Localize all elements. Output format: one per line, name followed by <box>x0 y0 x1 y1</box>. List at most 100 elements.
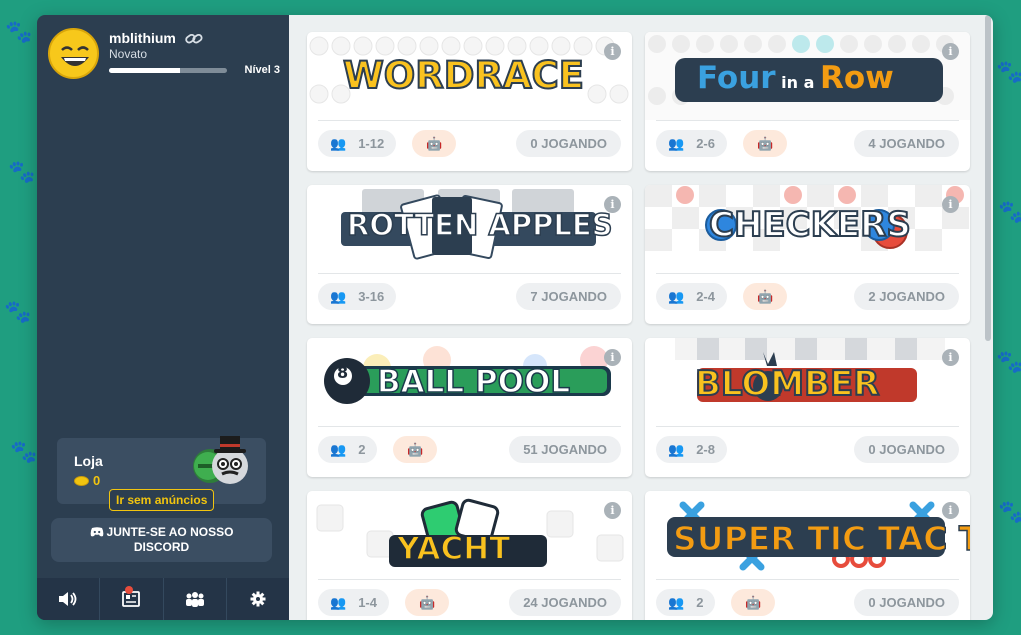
paw-icon: 🐾 <box>996 350 1021 375</box>
app-window: mblithium Novato Nível 3 Loja 0 Ir sem a… <box>37 15 993 620</box>
rank-label: Novato <box>109 47 148 61</box>
info-icon[interactable]: i <box>942 196 959 213</box>
players-count: 1-12 <box>358 136 385 151</box>
link-icon[interactable] <box>185 32 203 46</box>
players-count: 2-8 <box>696 442 715 457</box>
avatar[interactable] <box>48 28 99 79</box>
playing-count: 0 JOGANDO <box>516 130 621 157</box>
game-card-four-in-a-row[interactable]: Four in a Row i 👥 2-6 🤖 4 JOGANDO <box>645 32 970 171</box>
game-banner: BLOMBER <box>645 338 970 426</box>
bot-pill: 🤖 <box>731 589 776 616</box>
discord-button[interactable]: JUNTE-SE AO NOSSO DISCORD <box>51 518 272 562</box>
discord-label-line1: JUNTE-SE AO NOSSO <box>106 525 234 539</box>
game-banner: 8 BALL POOL <box>307 338 632 426</box>
scrollbar[interactable] <box>985 15 991 341</box>
game-card-yacht[interactable]: YACHT i 👥 1-4 🤖 24 JOGANDO <box>307 491 632 620</box>
bot-icon: 🤖 <box>745 594 762 610</box>
game-card-checkers[interactable]: CHECKERS i 👥 2-4 🤖 2 JOGANDO <box>645 185 970 324</box>
gear-icon <box>250 591 266 607</box>
settings-button[interactable] <box>227 578 289 620</box>
divider <box>656 273 959 274</box>
game-banner: SUPER TIC TAC TOE <box>645 491 970 579</box>
bot-pill: 🤖 <box>405 589 450 616</box>
sound-button[interactable] <box>37 578 101 620</box>
coin-count: 0 <box>93 473 101 488</box>
playing-count: 7 JOGANDO <box>516 283 621 310</box>
players-pill: 👥 2 <box>318 436 378 463</box>
players-icon: 👥 <box>668 594 685 610</box>
news-icon <box>122 591 141 607</box>
shop-characters-icon <box>193 436 248 484</box>
profile-panel[interactable]: mblithium Novato Nível 3 <box>48 28 280 80</box>
playing-count: 2 JOGANDO <box>854 283 959 310</box>
xp-progress-fill <box>109 68 180 73</box>
players-count: 2 <box>358 442 366 457</box>
players-icon: 👥 <box>330 594 347 610</box>
paw-icon: 🐾 <box>996 60 1021 85</box>
sidebar: mblithium Novato Nível 3 Loja 0 Ir sem a… <box>37 15 289 620</box>
bot-icon: 🤖 <box>419 594 436 610</box>
bot-icon: 🤖 <box>426 135 443 151</box>
paw-icon: 🐾 <box>4 300 32 325</box>
game-card-blomber[interactable]: BLOMBER i 👥 2-8 0 JOGANDO <box>645 338 970 477</box>
ball-pool-logo: BALL POOL <box>376 363 571 401</box>
game-banner: ROTTEN APPLES <box>307 185 632 273</box>
bot-icon: 🤖 <box>407 441 424 457</box>
discord-icon <box>90 527 103 537</box>
info-icon[interactable]: i <box>942 43 959 60</box>
friends-button[interactable] <box>164 578 227 620</box>
game-card-rotten-apples[interactable]: ROTTEN APPLES i 👥 3-16 7 JOGANDO <box>307 185 632 324</box>
players-pill: 👥 2 <box>656 589 716 616</box>
bot-pill: 🤖 <box>743 130 788 157</box>
players-pill: 👥 2-4 <box>656 283 727 310</box>
players-pill: 👥 2-6 <box>656 130 727 157</box>
no-ads-button[interactable]: Ir sem anúncios <box>109 489 215 511</box>
game-banner: WORDRACE <box>307 32 632 120</box>
game-card-super-tic-tac-toe[interactable]: SUPER TIC TAC TOE i 👥2 🤖 0 JOGANDO <box>645 491 970 620</box>
players-icon: 👥 <box>668 288 685 304</box>
bot-icon: 🤖 <box>757 288 774 304</box>
info-icon[interactable]: i <box>942 349 959 366</box>
playing-count: 0 JOGANDO <box>854 589 959 616</box>
players-count: 2-6 <box>696 136 715 151</box>
bot-pill: 🤖 <box>743 283 788 310</box>
blomber-logo: BLOMBER <box>694 363 880 405</box>
news-button[interactable] <box>100 578 164 620</box>
info-icon[interactable]: i <box>604 196 621 213</box>
game-list[interactable]: WORDRACE i 👥 1-12 🤖 0 JOGANDO Four in a … <box>289 15 993 620</box>
info-icon[interactable]: i <box>604 349 621 366</box>
coin-icon <box>74 475 89 486</box>
players-icon: 👥 <box>668 441 685 457</box>
friends-icon <box>185 592 204 607</box>
shop-panel[interactable]: Loja 0 Ir sem anúncios <box>57 436 266 511</box>
divider <box>656 120 959 121</box>
players-icon: 👥 <box>330 135 347 151</box>
paw-icon: 🐾 <box>8 160 36 185</box>
divider <box>318 273 621 274</box>
players-icon: 👥 <box>668 135 685 151</box>
wordrace-logo: WORDRACE <box>342 53 585 98</box>
paw-icon: 🐾 <box>998 200 1021 225</box>
info-icon[interactable]: i <box>604 43 621 60</box>
coin-balance: 0 <box>74 473 100 488</box>
smiley-face-icon <box>61 46 89 66</box>
bot-pill: 🤖 <box>393 436 438 463</box>
players-pill: 👥 1-12 <box>318 130 397 157</box>
rotten-apples-logo: ROTTEN APPLES <box>346 207 613 243</box>
paw-icon: 🐾 <box>998 500 1021 525</box>
playing-count: 24 JOGANDO <box>509 589 621 616</box>
divider <box>318 579 621 580</box>
players-icon: 👥 <box>330 441 347 457</box>
players-count: 1-4 <box>358 595 377 610</box>
game-card-8-ball-pool[interactable]: 8 BALL POOL i 👥 2 🤖 51 JOGANDO <box>307 338 632 477</box>
players-pill: 👥 1-4 <box>318 589 389 616</box>
info-icon[interactable]: i <box>604 502 621 519</box>
username[interactable]: mblithium <box>109 30 176 46</box>
bot-icon: 🤖 <box>757 135 774 151</box>
game-banner: CHECKERS <box>645 185 970 273</box>
players-count: 2-4 <box>696 289 715 304</box>
discord-label-line2: DISCORD <box>133 540 190 554</box>
game-card-wordrace[interactable]: WORDRACE i 👥 1-12 🤖 0 JOGANDO <box>307 32 632 171</box>
info-icon[interactable]: i <box>942 502 959 519</box>
divider <box>318 426 621 427</box>
